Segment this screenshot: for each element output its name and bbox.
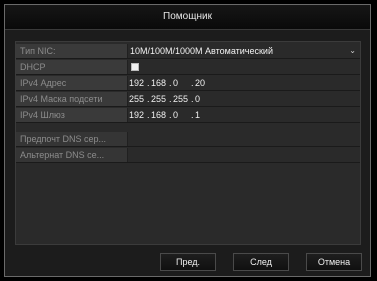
ipv4-gateway-label: IPv4 Шлюз <box>16 108 128 122</box>
dhcp-row: DHCP <box>16 60 360 75</box>
mask-octet-4[interactable]: 0 <box>195 92 200 106</box>
gw-octet-2[interactable]: 168 <box>151 108 166 122</box>
nic-type-select[interactable]: 10M/100M/1000M Автоматический ⌄ <box>129 44 360 58</box>
dhcp-value <box>129 60 360 74</box>
nic-type-label: Тип NIC: <box>16 44 128 58</box>
ip-dot: . <box>147 94 150 104</box>
prev-button[interactable]: Пред. <box>160 253 216 271</box>
ip-dot: . <box>191 78 194 88</box>
ipv4-mask-label: IPv4 Маска подсети <box>16 92 128 106</box>
ip-dot: . <box>147 78 150 88</box>
preferred-dns-field[interactable] <box>129 132 360 146</box>
ip-octet-2[interactable]: 168 <box>151 76 166 90</box>
wizard-window: Помощник Тип NIC: 10M/100M/1000M Автомат… <box>4 4 371 277</box>
ipv4-gateway-field[interactable]: 192 . 168 . 0 . 1 <box>129 108 360 122</box>
ipv4-mask-row: IPv4 Маска подсети 255 . 255 . 255 . 0 <box>16 92 360 107</box>
ip-dot: . <box>191 110 194 120</box>
ipv4-gateway-row: IPv4 Шлюз 192 . 168 . 0 . 1 <box>16 108 360 123</box>
ipv4-address-row: IPv4 Адрес 192 . 168 . 0 . 20 <box>16 76 360 91</box>
alternate-dns-row: Альтернат DNS се... <box>16 148 360 163</box>
ip-octet-4[interactable]: 20 <box>195 76 205 90</box>
chevron-down-icon: ⌄ <box>349 46 356 55</box>
alternate-dns-label: Альтернат DNS се... <box>16 148 128 162</box>
preferred-dns-label: Предпочт DNS сер... <box>16 132 128 146</box>
next-button[interactable]: След <box>233 253 289 271</box>
cancel-button[interactable]: Отмена <box>306 253 362 271</box>
ip-dot: . <box>169 94 172 104</box>
mask-octet-2[interactable]: 255 <box>151 92 166 106</box>
ip-dot: . <box>147 110 150 120</box>
mask-octet-1[interactable]: 255 <box>129 92 144 106</box>
ipv4-address-label: IPv4 Адрес <box>16 76 128 90</box>
ip-dot: . <box>169 78 172 88</box>
gw-octet-4[interactable]: 1 <box>195 108 200 122</box>
preferred-dns-row: Предпочт DNS сер... <box>16 132 360 147</box>
gw-octet-3[interactable]: 0 <box>173 108 178 122</box>
ip-dot: . <box>191 94 194 104</box>
nic-type-value: 10M/100M/1000M Автоматический <box>130 46 273 56</box>
ipv4-mask-field[interactable]: 255 . 255 . 255 . 0 <box>129 92 360 106</box>
ip-octet-1[interactable]: 192 <box>129 76 144 90</box>
ip-octet-3[interactable]: 0 <box>173 76 178 90</box>
ip-dot: . <box>169 110 172 120</box>
dhcp-label: DHCP <box>16 60 128 74</box>
dhcp-checkbox[interactable] <box>131 63 139 71</box>
ipv4-address-field[interactable]: 192 . 168 . 0 . 20 <box>129 76 360 90</box>
button-bar: Пред. След Отмена <box>5 246 370 276</box>
gw-octet-1[interactable]: 192 <box>129 108 144 122</box>
alternate-dns-field[interactable] <box>129 148 360 162</box>
window-title: Помощник <box>5 5 370 30</box>
network-settings-panel: Тип NIC: 10M/100M/1000M Автоматический ⌄… <box>15 41 361 245</box>
mask-octet-3[interactable]: 255 <box>173 92 188 106</box>
nic-type-row: Тип NIC: 10M/100M/1000M Автоматический ⌄ <box>16 44 360 59</box>
